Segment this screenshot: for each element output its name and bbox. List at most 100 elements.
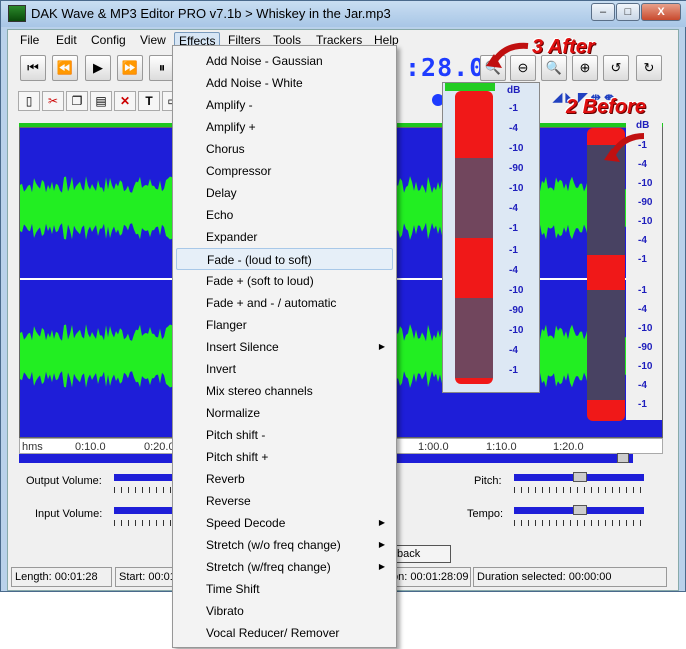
effects-menu-item[interactable]: Chorus [176,138,393,160]
effects-dropdown-menu: Add Noise - Gaussian Add Noise - White Amp… [172,45,397,648]
menu-file[interactable]: File [16,32,43,48]
after-db-scale: dB -1 -4 -10 -90 -10 -4 -1 -1 -4 -10 -90 -10 -4 -1 [499,83,539,394]
callout-arrow-3 [486,42,529,68]
redo-button[interactable]: ↻ [636,55,662,81]
effects-menu-item[interactable]: Amplify + [176,116,393,138]
menu-config[interactable]: Config [87,32,130,48]
slider-ticks [514,520,644,526]
db-tick-label: -10 [509,325,524,336]
db-tick-label: -4 [509,203,518,214]
effects-menu-item-label: Stretch (w/o freq change) [206,538,341,552]
effects-menu-item[interactable]: Echo [176,204,393,226]
effects-menu-item-label: Amplify - [206,98,253,112]
effects-menu-item[interactable]: Reverse [176,490,393,512]
copy-icon[interactable]: ❐ [66,91,88,111]
skip-start-button[interactable]: ⏮ [20,55,46,81]
app-icon [8,5,26,22]
time-display: :28.0 [405,53,486,82]
effects-menu-item[interactable]: Reverb [176,468,393,490]
effects-menu-item[interactable]: Mix stereo channels [176,380,393,402]
cut-icon[interactable]: ✂ [42,91,64,111]
input-volume-slider[interactable] [114,507,174,514]
effects-menu-item[interactable]: Speed Decode ▶ [176,512,393,534]
submenu-arrow-icon: ▶ [378,518,385,527]
delete-icon[interactable]: ✕ [114,91,136,111]
fast-forward-button[interactable]: ⏩ [117,55,143,81]
db-tick-label: -1 [509,223,518,234]
effects-menu-item-label: Pitch shift + [206,450,269,464]
effects-menu-item[interactable]: Vibrato [176,600,393,622]
close-button[interactable]: X [641,3,681,21]
paste-icon[interactable]: ▤ [90,91,112,111]
ruler-tick-label: 0:10.0 [75,441,106,453]
trim-icon[interactable]: T [138,91,160,111]
play-button[interactable]: ▶ [85,55,111,81]
pitch-label: Pitch: [474,475,502,487]
ruler-tick-label: 1:00.0 [418,441,449,453]
minimize-button[interactable]: ‒ [591,3,615,21]
effects-menu-item[interactable]: Time Shift [176,578,393,600]
scrollbar-thumb[interactable] [617,453,629,463]
effects-menu-item[interactable]: Fade - (loud to soft) [176,248,393,270]
title-bar[interactable]: DAK Wave & MP3 Editor PRO v7.1b > Whiske… [1,1,686,27]
effects-menu-item[interactable]: Invert [176,358,393,380]
effects-menu-item[interactable]: Insert Silence ▶ [176,336,393,358]
db-label: dB [507,85,521,96]
db-tick-label: -90 [509,163,524,174]
after-wave-segment [455,298,493,378]
effects-menu-item-label: Fade + (soft to loud) [206,274,314,288]
db-tick-label: -1 [509,245,518,256]
new-file-icon[interactable]: ▯ [18,91,40,111]
db-tick-label: -1 [638,254,647,265]
db-tick-label: -4 [509,345,518,356]
effects-menu-item[interactable]: Compressor [176,160,393,182]
effects-menu-item-label: Insert Silence [206,340,279,354]
effects-menu-item[interactable]: Expander [176,226,393,248]
effects-menu-item[interactable]: Flanger [176,314,393,336]
effects-menu-item-label: Add Noise - Gaussian [206,54,323,68]
db-tick-label: -10 [509,183,524,194]
effects-menu-item[interactable]: Add Noise - Gaussian [176,50,393,72]
db-tick-label: -10 [638,216,653,227]
effects-menu-item[interactable]: Amplify - [176,94,393,116]
callout-after: 3 After [532,36,595,58]
maximize-button[interactable]: □ [616,3,640,21]
ruler-tick-label: 0:20.0 [144,441,175,453]
tempo-slider-thumb[interactable] [573,505,587,515]
effects-menu-item[interactable]: Pitch shift - [176,424,393,446]
effects-menu-item[interactable]: Normalize [176,402,393,424]
output-volume-slider[interactable] [114,474,174,481]
effects-menu-item-label: Chorus [206,142,245,156]
undo-button[interactable]: ↺ [603,55,629,81]
before-wave-segment [587,290,625,400]
after-wave-segment [455,158,493,238]
status-duration: Duration selected: 00:00:00 [473,567,667,587]
db-tick-label: -1 [509,103,518,114]
ruler-tick-label: 1:10.0 [486,441,517,453]
playback-button[interactable]: back [388,545,451,563]
effects-menu-item-label: Compressor [206,164,272,178]
status-length: Length: 00:01:28 [11,567,112,587]
effects-menu-item[interactable]: Vocal Reducer/ Remover [176,622,393,644]
effects-menu-item-label: Echo [206,208,234,222]
effects-menu-item[interactable]: Pitch shift + [176,446,393,468]
rewind-button[interactable]: ⏪ [52,55,78,81]
effects-menu-item[interactable]: Stretch (w/freq change) ▶ [176,556,393,578]
status-end: on: 00:01:28:09 [388,567,471,587]
effects-menu-item-label: Reverb [206,472,245,486]
input-volume-label: Input Volume: [35,508,103,520]
effects-menu-item[interactable]: Stretch (w/o freq change) ▶ [176,534,393,556]
effects-menu-item-label: Normalize [206,406,261,420]
effects-menu-item[interactable]: Delay [176,182,393,204]
effects-menu-item[interactable]: Fade + (soft to loud) [176,270,393,292]
pitch-slider-thumb[interactable] [573,472,587,482]
db-tick-label: -4 [509,265,518,276]
effects-menu-item[interactable]: Add Noise - White [176,72,393,94]
after-meter-panel: dB -1 -4 -10 -90 -10 -4 -1 -1 -4 -10 -90 -10 -4 -1 [442,82,540,393]
slider-ticks [114,520,174,526]
effects-menu-item[interactable]: Fade + and - / automatic [176,292,393,314]
effects-menu-item-label: Reverse [206,494,251,508]
menu-view[interactable]: View [136,32,170,48]
db-tick-label: -90 [638,342,653,353]
menu-edit[interactable]: Edit [52,32,81,48]
